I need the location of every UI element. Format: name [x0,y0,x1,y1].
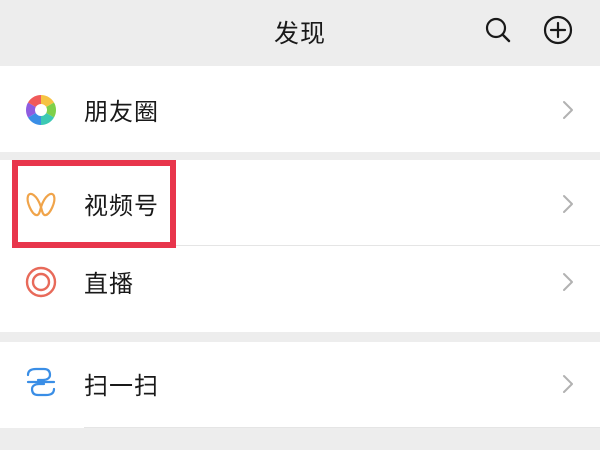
search-icon [485,17,511,43]
group-scan: 扫一扫 [0,342,600,428]
menu-item-label: 朋友圈 [84,98,159,126]
live-ring-icon [25,266,57,298]
menu-item-label: 直播 [84,270,134,298]
chevron-right-icon [563,101,573,119]
plus-circle-icon [543,15,573,45]
menu-item-scan[interactable]: 扫一扫 [0,342,600,428]
chevron-right-icon [563,375,573,393]
menu-item-channels[interactable]: 视频号 [0,160,600,246]
chevron-right-icon [563,273,573,291]
search-button[interactable] [480,12,516,48]
scan-icon [26,367,56,397]
menu-item-label: 扫一扫 [84,372,159,400]
moments-aperture-icon [25,95,57,125]
chevron-right-icon [563,195,573,213]
group-moments: 朋友圈 [0,66,600,152]
menu-item-moments[interactable]: 朋友圈 [0,66,600,152]
top-bar: 发现 [0,0,600,62]
group-channels-live: 视频号 直播 [0,160,600,332]
row-divider [84,427,600,428]
add-button[interactable] [540,12,576,48]
menu-item-live[interactable]: 直播 [0,246,600,332]
menu-item-label: 视频号 [84,192,159,220]
channels-butterfly-icon [26,192,56,217]
